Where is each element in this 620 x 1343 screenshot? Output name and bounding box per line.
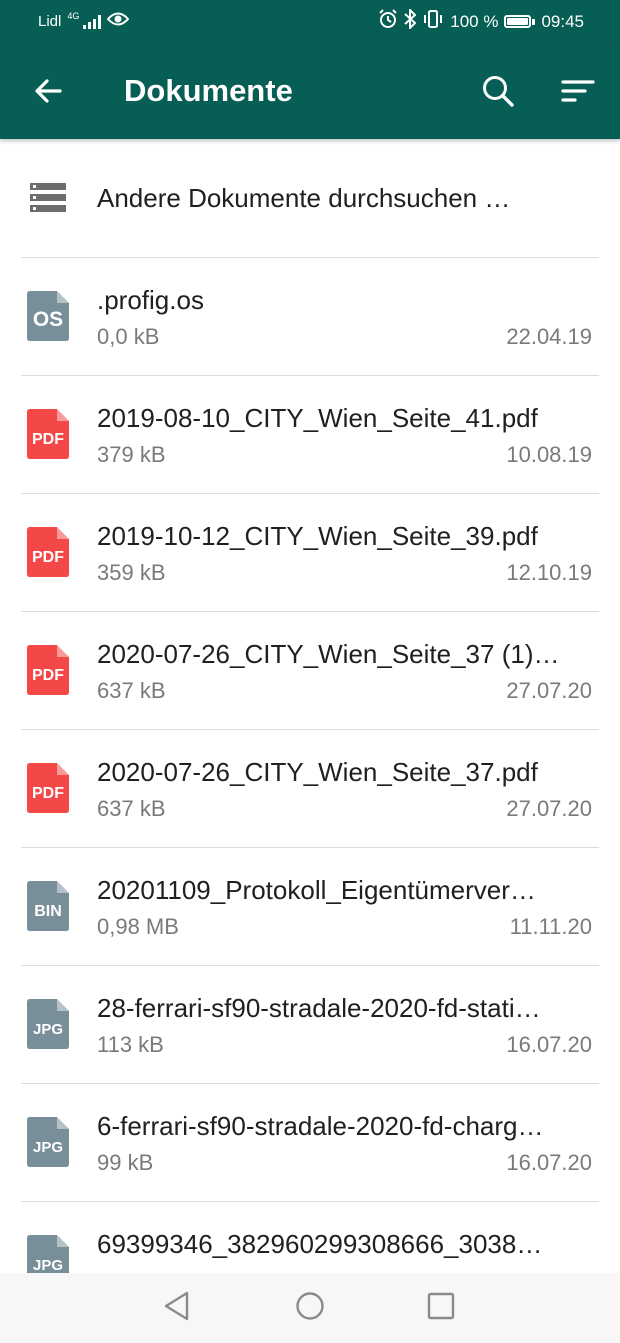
file-list-item[interactable]: PDF 2019-08-10_CITY_Wien_Seite_41.pdf 379 …: [0, 375, 620, 493]
file-list-item[interactable]: JPG 6-ferrari-sf90-stradale-2020-fd-charg…: [0, 1083, 620, 1201]
alarm-icon: [378, 9, 398, 34]
file-name: .profig.os: [97, 285, 204, 315]
file-name: 28-ferrari-sf90-stradale-2020-fd-stati…: [97, 993, 541, 1023]
nav-back-button[interactable]: [160, 1291, 194, 1325]
document-file-icon: OS: [27, 291, 69, 341]
file-size: 99 kB: [97, 1150, 154, 1175]
back-button[interactable]: [22, 67, 74, 119]
nav-back-icon: [163, 1291, 191, 1326]
file-date: 16.07.20: [506, 1150, 592, 1175]
list-icon: [30, 183, 66, 218]
file-type-badge: PDF: [32, 667, 64, 684]
clock: 09:45: [541, 11, 584, 31]
app-bar: Dokumente: [0, 43, 620, 139]
file-size: 359 kB: [97, 560, 166, 585]
file-size: 113 kB: [97, 1032, 164, 1057]
pdf-file-icon: PDF: [27, 763, 69, 813]
file-list-item[interactable]: BIN 20201109_Protokoll_Eigentümerver… 0,98…: [0, 847, 620, 965]
file-name: 20201109_Protokoll_Eigentümerver…: [97, 875, 536, 905]
file-date: 27.07.20: [506, 678, 592, 703]
pdf-file-icon: PDF: [27, 527, 69, 577]
file-type-badge: PDF: [32, 431, 64, 448]
document-file-icon: JPG: [27, 1117, 69, 1167]
file-size: 0,98 MB: [97, 914, 179, 939]
file-date: 10.08.19: [506, 442, 592, 467]
file-date: 22.04.19: [506, 324, 592, 349]
file-type-badge: JPG: [32, 1021, 63, 1038]
file-type-badge: PDF: [32, 785, 64, 802]
pdf-file-icon: PDF: [27, 645, 69, 695]
file-list-item[interactable]: PDF 2020-07-26_CITY_Wien_Seite_37 (1)… 637…: [0, 611, 620, 729]
file-list-item[interactable]: PDF 2020-07-26_CITY_Wien_Seite_37.pdf 637 …: [0, 729, 620, 847]
file-list-item[interactable]: OS .profig.os 0,0 kB 22.04.19: [0, 257, 620, 375]
document-file-icon: BIN: [27, 881, 69, 931]
nav-home-icon: [295, 1291, 325, 1326]
signal-icon: [83, 14, 102, 29]
file-size: 0,0 kB: [97, 324, 160, 349]
file-date: 16.07.20: [506, 1032, 592, 1057]
file-type-badge: OS: [32, 308, 64, 331]
file-date: 11.11.20: [509, 914, 592, 939]
status-bar: Lidl 4G 100 % 09:45: [0, 0, 620, 43]
file-size: 637 kB: [97, 678, 166, 703]
file-size: 637 kB: [97, 796, 166, 821]
sort-button[interactable]: [552, 67, 604, 119]
network-type: 4G: [67, 10, 80, 21]
file-name: 6-ferrari-sf90-stradale-2020-fd-charg…: [97, 1111, 544, 1141]
file-date: 12.10.19: [506, 560, 592, 585]
search-icon: [481, 74, 515, 113]
file-name: 2020-07-26_CITY_Wien_Seite_37 (1)…: [97, 639, 560, 669]
battery-icon: [504, 15, 536, 28]
file-name: 69399346_382960299308666_3038…: [97, 1229, 543, 1259]
browse-other-documents[interactable]: Andere Dokumente durchsuchen …: [0, 139, 620, 257]
sort-icon: [561, 78, 595, 109]
arrow-back-icon: [33, 76, 63, 111]
file-type-badge: BIN: [34, 903, 62, 920]
pdf-file-icon: PDF: [27, 409, 69, 459]
nav-recents-icon: [427, 1292, 455, 1325]
file-list-item[interactable]: JPG 28-ferrari-sf90-stradale-2020-fd-stat…: [0, 965, 620, 1083]
file-name: 2019-08-10_CITY_Wien_Seite_41.pdf: [97, 403, 538, 433]
battery-percent: 100 %: [450, 11, 499, 31]
document-file-icon: JPG: [27, 999, 69, 1049]
system-navigation-bar: [0, 1273, 620, 1343]
search-button[interactable]: [472, 67, 524, 119]
nav-home-button[interactable]: [293, 1291, 327, 1325]
file-name: 2019-10-12_CITY_Wien_Seite_39.pdf: [97, 521, 538, 551]
browse-label: Andere Dokumente durchsuchen …: [97, 183, 511, 213]
eye-icon: [107, 11, 130, 32]
file-name: 2020-07-26_CITY_Wien_Seite_37.pdf: [97, 757, 538, 787]
file-size: 379 kB: [97, 442, 166, 467]
file-list-item[interactable]: PDF 2019-10-12_CITY_Wien_Seite_39.pdf 359 …: [0, 493, 620, 611]
nav-recents-button[interactable]: [424, 1291, 458, 1325]
bluetooth-icon: [404, 7, 417, 34]
file-date: 27.07.20: [506, 796, 592, 821]
page-title: Dokumente: [124, 73, 293, 108]
file-type-badge: JPG: [32, 1139, 63, 1156]
file-type-badge: PDF: [32, 549, 64, 566]
carrier-name: Lidl: [38, 13, 62, 30]
vibrate-icon: [422, 9, 444, 34]
